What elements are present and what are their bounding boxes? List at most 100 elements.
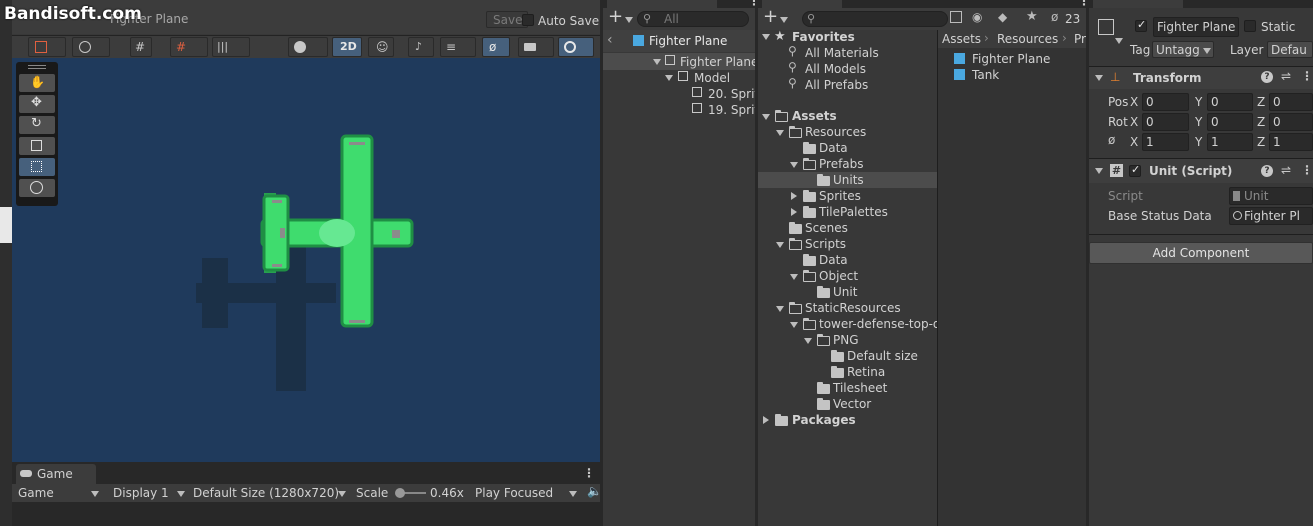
- tree-resources-data[interactable]: Data: [819, 140, 848, 156]
- scale-link-icon[interactable]: ø: [1108, 133, 1115, 147]
- tree-vector[interactable]: Vector: [833, 396, 871, 412]
- transform-tool[interactable]: [19, 179, 55, 197]
- scene-viewport[interactable]: ✋ ✥ ↻: [12, 58, 600, 462]
- tree-staticresources[interactable]: StaticResources: [805, 300, 901, 316]
- tree-prefabs[interactable]: Prefabs: [819, 156, 864, 172]
- hidden-packages-icon[interactable]: ø: [1051, 10, 1058, 24]
- filter-icon[interactable]: ◉: [972, 10, 982, 24]
- tree-scripts-data[interactable]: Data: [819, 252, 848, 268]
- tag-dropdown[interactable]: Untagg: [1152, 41, 1214, 58]
- tree-units[interactable]: Units: [833, 172, 864, 188]
- tree-default-size[interactable]: Default size: [847, 348, 918, 364]
- 2d-toggle[interactable]: 2D: [332, 37, 362, 57]
- tree-sprites[interactable]: Sprites: [819, 188, 861, 204]
- tree-scenes[interactable]: Scenes: [805, 220, 848, 236]
- unit-script-header[interactable]: # ✓ Unit (Script) ? ⇌ ⋮: [1089, 159, 1313, 183]
- play-mode-select[interactable]: Play Focused: [475, 485, 553, 501]
- favorites-item-models[interactable]: All Models: [805, 61, 866, 77]
- effects-dropdown[interactable]: ≡: [440, 37, 476, 57]
- rotation-y-field[interactable]: 0: [1207, 113, 1253, 131]
- hierarchy-menu-icon[interactable]: ⋮: [748, 0, 755, 8]
- add-icon[interactable]: +: [608, 6, 623, 27]
- favorites-header[interactable]: Favorites: [792, 29, 855, 45]
- add-component-button[interactable]: Add Component: [1089, 242, 1313, 264]
- position-y-field[interactable]: 0: [1207, 93, 1253, 111]
- global-toggle[interactable]: [72, 37, 110, 57]
- visibility-toggle[interactable]: ø: [482, 37, 510, 57]
- preset-icon[interactable]: ⇌: [1281, 69, 1291, 83]
- camera-dropdown[interactable]: [518, 37, 554, 57]
- position-x-field[interactable]: 0: [1142, 93, 1189, 111]
- grid-snap-button[interactable]: #: [130, 37, 152, 57]
- tree-tilesheet[interactable]: Tilesheet: [833, 380, 887, 396]
- add-icon[interactable]: +: [763, 6, 778, 27]
- hierarchy-item-fighter-plane[interactable]: Fighter Plane: [680, 54, 755, 70]
- increment-snap-dropdown[interactable]: |||: [212, 37, 250, 57]
- help-icon[interactable]: ?: [1261, 71, 1273, 83]
- rotation-z-field[interactable]: 0: [1269, 113, 1313, 131]
- scale-tool[interactable]: [19, 137, 55, 155]
- hand-tool[interactable]: ✋: [19, 74, 55, 92]
- scale-x-field[interactable]: 1: [1142, 133, 1189, 151]
- tree-resources[interactable]: Resources: [805, 124, 866, 140]
- asset-fighter-plane[interactable]: Fighter Plane: [972, 51, 1050, 67]
- hierarchy-search-input[interactable]: ⚲ All: [637, 11, 749, 27]
- breadcrumb-prefabs[interactable]: Pr: [1074, 31, 1086, 47]
- resolution-select[interactable]: Default Size (1280x720): [193, 485, 339, 501]
- help-icon[interactable]: ?: [1261, 165, 1273, 177]
- hierarchy-item-sprite-19[interactable]: 19. Sprit: [708, 102, 755, 118]
- tree-packages[interactable]: Packages: [792, 412, 856, 428]
- rotate-tool[interactable]: ↻: [19, 116, 55, 134]
- display-select[interactable]: Display 1: [113, 485, 169, 501]
- gizmos-dropdown[interactable]: [558, 37, 594, 57]
- speaker-icon[interactable]: 🔈: [587, 484, 600, 498]
- game-menu-icon[interactable]: ⋮: [583, 466, 595, 480]
- favorites-item-prefabs[interactable]: All Prefabs: [805, 77, 868, 93]
- component-menu-icon[interactable]: ⋮: [1301, 163, 1313, 177]
- fighter-plane-sprite[interactable]: [192, 128, 432, 408]
- breadcrumb-assets[interactable]: Assets: [942, 31, 981, 47]
- hierarchy-item-model[interactable]: Model: [694, 70, 730, 86]
- view-select[interactable]: Game: [18, 485, 54, 501]
- hierarchy-scene-header[interactable]: ‹ Fighter Plane: [603, 30, 755, 52]
- static-checkbox[interactable]: [1244, 20, 1256, 32]
- tree-assets[interactable]: Assets: [792, 108, 837, 124]
- component-menu-icon[interactable]: ⋮: [1301, 69, 1313, 83]
- tree-unit[interactable]: Unit: [833, 284, 857, 300]
- favorites-item-materials[interactable]: All Materials: [805, 45, 879, 61]
- breadcrumb-resources[interactable]: Resources: [997, 31, 1058, 47]
- project-menu-icon[interactable]: ⋮: [1078, 0, 1086, 8]
- tree-object[interactable]: Object: [819, 268, 858, 284]
- script-enabled-checkbox[interactable]: ✓: [1129, 163, 1141, 177]
- tab-inspector[interactable]: [1093, 0, 1183, 8]
- audio-toggle[interactable]: ♪: [408, 37, 434, 57]
- scale-y-field[interactable]: 1: [1207, 133, 1253, 151]
- layer-dropdown[interactable]: Defau: [1267, 41, 1313, 58]
- base-status-data-field[interactable]: Fighter Pl: [1229, 207, 1313, 225]
- tab-hierarchy[interactable]: [607, 0, 717, 8]
- tree-png[interactable]: PNG: [833, 332, 859, 348]
- shading-dropdown[interactable]: [288, 37, 328, 57]
- tree-tower-defense[interactable]: tower-defense-top-d: [819, 316, 941, 332]
- transform-header[interactable]: ⊥ Transform ? ⇌ ⋮: [1089, 67, 1313, 89]
- snap-dropdown[interactable]: #: [170, 37, 208, 57]
- scale-slider-handle[interactable]: [395, 488, 405, 498]
- tree-tilepalettes[interactable]: TilePalettes: [819, 204, 888, 220]
- tree-retina[interactable]: Retina: [847, 364, 885, 380]
- auto-save-checkbox[interactable]: [522, 14, 534, 26]
- project-search-input[interactable]: ⚲: [802, 11, 948, 27]
- search-by-type-icon[interactable]: [950, 11, 962, 23]
- object-name-field[interactable]: Fighter Plane: [1153, 17, 1239, 37]
- scale-z-field[interactable]: 1: [1269, 133, 1313, 151]
- rotation-x-field[interactable]: 0: [1142, 113, 1189, 131]
- rect-tool[interactable]: [19, 158, 55, 176]
- lighting-toggle[interactable]: ☺: [368, 37, 394, 57]
- back-chevron-icon[interactable]: ‹: [607, 32, 613, 48]
- tree-scripts[interactable]: Scripts: [805, 236, 846, 252]
- position-z-field[interactable]: 0: [1269, 93, 1313, 111]
- favorite-star-icon[interactable]: ★: [1026, 9, 1038, 24]
- hierarchy-item-sprite-20[interactable]: 20. Sprit: [708, 86, 755, 102]
- asset-tank[interactable]: Tank: [972, 67, 999, 83]
- move-tool[interactable]: ✥: [19, 95, 55, 113]
- active-checkbox[interactable]: ✓: [1135, 18, 1147, 32]
